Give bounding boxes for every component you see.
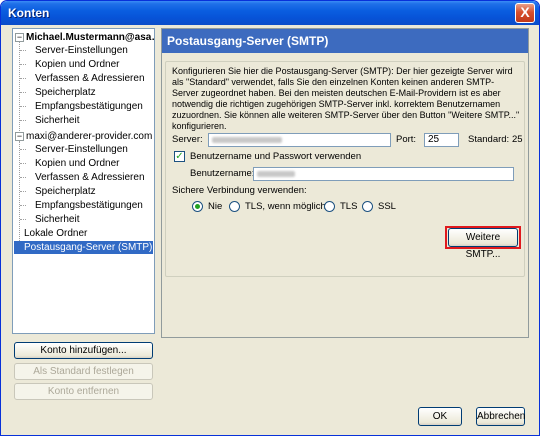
radio-tls-if-possible[interactable] (229, 201, 240, 212)
auth-checkbox[interactable]: ✓ (174, 151, 185, 162)
collapse-icon[interactable]: − (15, 132, 24, 141)
tree-item-receipts[interactable]: Empfangsbestätigungen (35, 199, 143, 212)
close-icon[interactable]: X (515, 3, 535, 23)
ok-button[interactable]: OK (418, 407, 462, 426)
tree-item-smtp[interactable]: Postausgang-Server (SMTP) (14, 241, 153, 254)
radio-tls-if-possible-label: TLS, wenn möglich (245, 201, 326, 212)
radio-ssl[interactable] (362, 201, 373, 212)
tree-item-security[interactable]: Sicherheit (35, 114, 79, 127)
auth-checkbox-label: Benutzername und Passwort verwenden (190, 151, 362, 162)
tree-account-1[interactable]: Michael.Mustermann@asa… (26, 31, 154, 44)
tree-branch (20, 120, 26, 121)
account-tree[interactable]: − Michael.Mustermann@asa… Server-Einstel… (12, 28, 155, 334)
panel-title: Postausgang-Server (SMTP) (162, 29, 528, 53)
tree-item-server-settings[interactable]: Server-Einstellungen (35, 44, 128, 57)
tree-item-composition[interactable]: Verfassen & Adressieren (35, 171, 145, 184)
tree-branch (20, 219, 26, 220)
radio-never-label: Nie (208, 201, 223, 212)
smtp-description: Konfigurieren Sie hier die Postausgang-S… (172, 66, 520, 131)
standard-port-value: 25 (512, 134, 523, 145)
tree-item-security[interactable]: Sicherheit (35, 213, 79, 226)
radio-tls-label: TLS (340, 201, 358, 212)
tree-item-server-settings[interactable]: Server-Einstellungen (35, 143, 128, 156)
secure-connection-label: Sichere Verbindung verwenden: (172, 185, 307, 196)
tree-branch (20, 163, 26, 164)
radio-never[interactable] (192, 201, 203, 212)
set-default-button[interactable]: Als Standard festlegen (14, 363, 153, 380)
tree-item-composition[interactable]: Verfassen & Adressieren (35, 72, 145, 85)
tree-branch (20, 205, 26, 206)
tree-branch (20, 177, 26, 178)
username-label: Benutzername: (190, 168, 255, 179)
collapse-icon[interactable]: − (15, 33, 24, 42)
tree-branch (20, 50, 26, 51)
server-label: Server: (172, 134, 203, 145)
server-input[interactable] (208, 133, 391, 147)
accounts-dialog: Konten X − Michael.Mustermann@asa… Serve… (0, 0, 540, 436)
tree-branch (20, 149, 26, 150)
cancel-button[interactable]: Abbrechen (476, 407, 525, 426)
tree-branch (20, 64, 26, 65)
port-label: Port: (396, 134, 417, 145)
radio-tls[interactable] (324, 201, 335, 212)
tree-item-disk-space[interactable]: Speicherplatz (35, 185, 96, 198)
more-smtp-button[interactable]: Weitere SMTP... (448, 228, 518, 260)
remove-account-button[interactable]: Konto entfernen (14, 383, 153, 400)
tree-branch (20, 191, 26, 192)
tree-branch (20, 106, 26, 107)
username-input[interactable] (253, 167, 514, 181)
tree-item-copies-folders[interactable]: Kopien und Ordner (35, 157, 120, 170)
add-account-button[interactable]: Konto hinzufügen... (14, 342, 153, 359)
tree-local-folders[interactable]: Lokale Ordner (24, 227, 87, 240)
tree-account-2[interactable]: maxi@anderer-provider.com (26, 130, 152, 143)
tree-item-receipts[interactable]: Empfangsbestätigungen (35, 100, 143, 113)
port-input[interactable]: 25 (424, 133, 459, 147)
tree-item-disk-space[interactable]: Speicherplatz (35, 86, 96, 99)
window-title: Konten (8, 6, 50, 20)
tree-item-copies-folders[interactable]: Kopien und Ordner (35, 58, 120, 71)
title-bar[interactable]: Konten X (1, 1, 539, 25)
tree-branch (20, 78, 26, 79)
tree-branch (20, 92, 26, 93)
standard-label: Standard: (468, 134, 510, 145)
smtp-panel: Postausgang-Server (SMTP) Konfigurieren … (161, 28, 529, 338)
radio-ssl-label: SSL (378, 201, 396, 212)
